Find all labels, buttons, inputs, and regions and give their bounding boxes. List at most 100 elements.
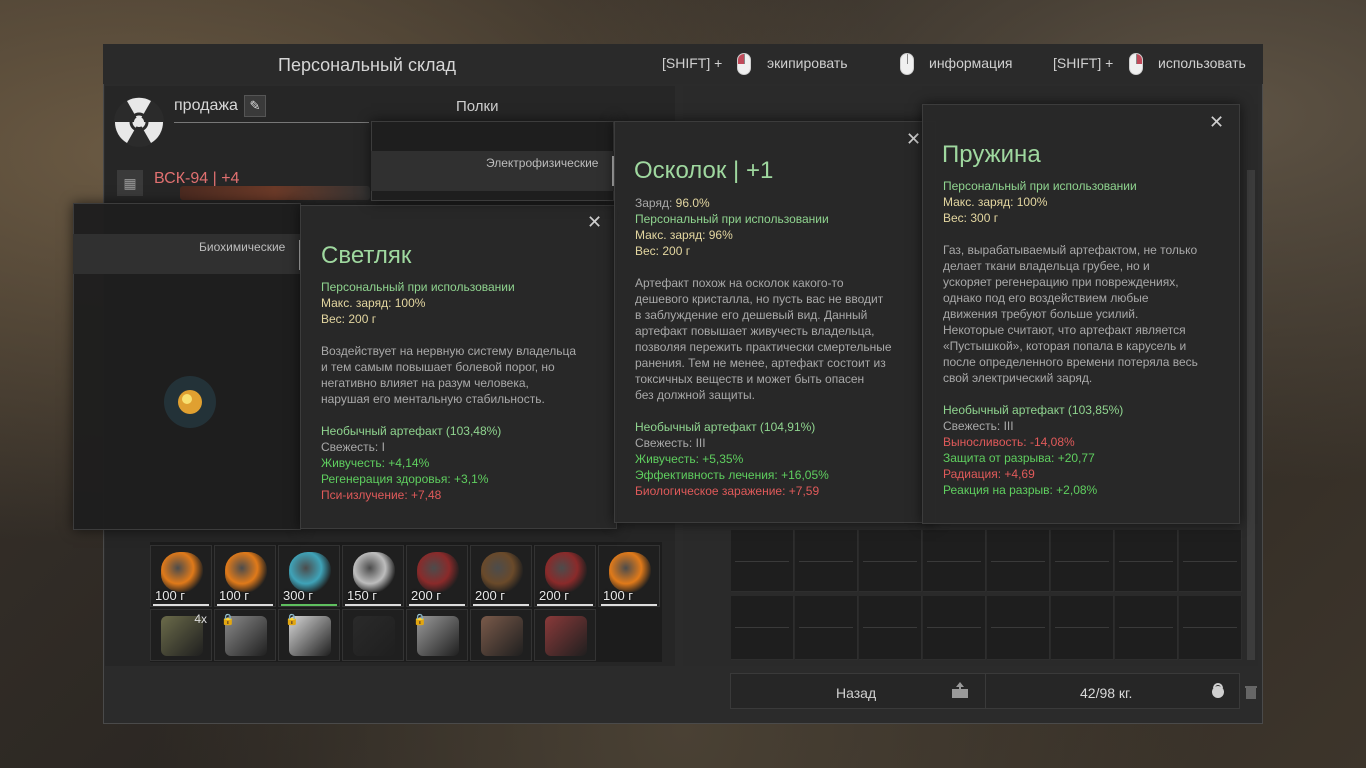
tooltip-line (321, 407, 576, 423)
sale-slot[interactable] (731, 530, 794, 592)
tooltip-line: Вес: 200 г (321, 312, 377, 326)
mouse-icon (900, 53, 914, 75)
sale-slot[interactable] (795, 530, 858, 592)
tooltip-line: Макс. заряд: 100% (321, 296, 426, 310)
tooltip-line: без должной защиты. (635, 388, 755, 402)
inventory-slot[interactable]: 150 г (342, 545, 404, 607)
item-weight: 300 г (283, 588, 314, 603)
sale-slot[interactable] (1179, 530, 1242, 592)
tooltip-title: Пружина (942, 141, 1041, 168)
footer-divider (985, 673, 986, 709)
sale-slot[interactable] (1115, 596, 1178, 660)
scrollbar[interactable] (1247, 170, 1255, 660)
hint-info: информация (929, 55, 1013, 71)
inventory-slot[interactable]: 300 г (278, 545, 340, 607)
tooltip-line: Защита от разрыва: +20,77 (943, 451, 1095, 465)
back-button[interactable]: Назад (836, 685, 876, 701)
item-weight: 100 г (155, 588, 186, 603)
tooltip-line: дешевого кристалла, но пусть вас не ввод… (635, 292, 884, 306)
sale-slot[interactable] (987, 530, 1050, 592)
inventory-slot[interactable]: 🔒 (406, 609, 468, 661)
tooltip-line: «Пустышкой», которая попала в карусель и (943, 339, 1187, 353)
artifact-icon (289, 552, 331, 592)
category-biochemical: Биохимические (199, 240, 286, 254)
sale-slot[interactable] (923, 596, 986, 660)
shelves-label: Полки (456, 98, 499, 115)
tooltip-line: ранения. Тем не менее, артефакт состоит … (635, 356, 886, 370)
inventory-slot[interactable]: 🔒 (278, 609, 340, 661)
sale-slot[interactable] (859, 596, 922, 660)
tooltip-line: и тем самым повышает болевой порог, но (321, 360, 555, 374)
artifact-icon (225, 552, 267, 592)
box-icon (952, 682, 968, 698)
item-icon (545, 616, 587, 656)
tooltip-line: нарушая его ментальную стабильность. (321, 392, 545, 406)
tooltip-line: Заряд: 96.0% (635, 195, 892, 211)
tooltip-line: позволяя пережить практически смертельны… (635, 340, 892, 354)
charge-value: 96.0% (675, 196, 710, 210)
sale-slot[interactable] (1115, 530, 1178, 592)
sale-slot[interactable] (923, 530, 986, 592)
inventory-slot[interactable]: 100 г (150, 545, 212, 607)
durability-bar (601, 604, 657, 606)
pencil-icon[interactable]: ✎ (244, 95, 266, 117)
durability-bar (217, 604, 273, 606)
inventory-slot[interactable]: 200 г (406, 545, 468, 607)
tooltip-line: Вес: 300 г (943, 211, 999, 225)
tooltip-line: Живучесть: +5,35% (635, 452, 744, 466)
radiation-icon (114, 97, 164, 147)
inventory-slot[interactable]: 200 г (470, 545, 532, 607)
artifact-icon (609, 552, 651, 592)
tooltip-line: свой электрический заряд. (943, 371, 1093, 385)
inventory-slot[interactable]: 100 г (214, 545, 276, 607)
tooltip-line: Свежесть: I (321, 440, 385, 454)
tooltip-line: Газ, вырабатываемый артефактом, не тольк… (943, 243, 1198, 257)
sale-slot[interactable] (987, 596, 1050, 660)
hint-prefix-use: [SHIFT] + (1053, 55, 1114, 71)
inventory-slot[interactable]: 100 г (598, 545, 660, 607)
trash-icon[interactable] (1244, 684, 1258, 700)
durability-bar (153, 604, 209, 606)
durability-bar (345, 604, 401, 606)
tooltip-line (635, 403, 892, 419)
item-weight: 100 г (603, 588, 634, 603)
kettlebell-icon (1212, 683, 1224, 698)
tooltip-line: Вес: 200 г (635, 244, 691, 258)
inventory-slot[interactable]: 🔒 (214, 609, 276, 661)
tooltip-line: Живучесть: +4,14% (321, 456, 430, 470)
sale-slot[interactable] (1051, 596, 1114, 660)
tooltip-line: Макс. заряд: 96% (635, 228, 733, 242)
tooltip-line (943, 386, 1198, 402)
close-icon[interactable]: ✕ (1209, 112, 1224, 133)
weapon-image[interactable] (180, 186, 370, 200)
item-weight: 200 г (411, 588, 442, 603)
tooltip-line: в заблуждение его дешевый вид. Данный (635, 308, 868, 322)
inventory-slot[interactable]: 200 г (534, 545, 596, 607)
inventory-slot[interactable] (342, 609, 404, 661)
sale-field[interactable]: продажа (174, 97, 238, 115)
tooltip-line: Воздействует на нервную систему владельц… (321, 344, 576, 358)
inventory-slot[interactable] (470, 609, 532, 661)
tooltip-body: Заряд: 96.0% Персональный при использован… (635, 195, 892, 499)
artifact-icon (417, 552, 459, 592)
close-icon[interactable]: ✕ (587, 212, 602, 233)
sale-slot[interactable] (1051, 530, 1114, 592)
sale-slot[interactable] (1179, 596, 1242, 660)
tooltip-line: однако под его воздействием любые (943, 291, 1149, 305)
item-quantity: 4x (194, 612, 207, 626)
mouse-right-icon (1129, 53, 1143, 75)
hint-equip: экипировать (767, 55, 848, 71)
sale-slot[interactable] (859, 530, 922, 592)
durability-bar (409, 604, 465, 606)
tooltip-line: движения требуют больше усилий. (943, 307, 1139, 321)
sale-slot[interactable] (795, 596, 858, 660)
inventory-slot[interactable]: 4x (150, 609, 212, 661)
tooltip-line: Регенерация здоровья: +3,1% (321, 472, 489, 486)
inventory-slot[interactable] (534, 609, 596, 661)
tooltip-line: Артефакт похож на осколок какого-то (635, 276, 844, 290)
artifact-icon (161, 552, 203, 592)
close-icon[interactable]: ✕ (906, 129, 921, 150)
tooltip-body: Персональный при использовании Макс. заря… (321, 279, 576, 503)
grid-icon[interactable]: ▦ (117, 170, 143, 196)
sale-slot[interactable] (731, 596, 794, 660)
